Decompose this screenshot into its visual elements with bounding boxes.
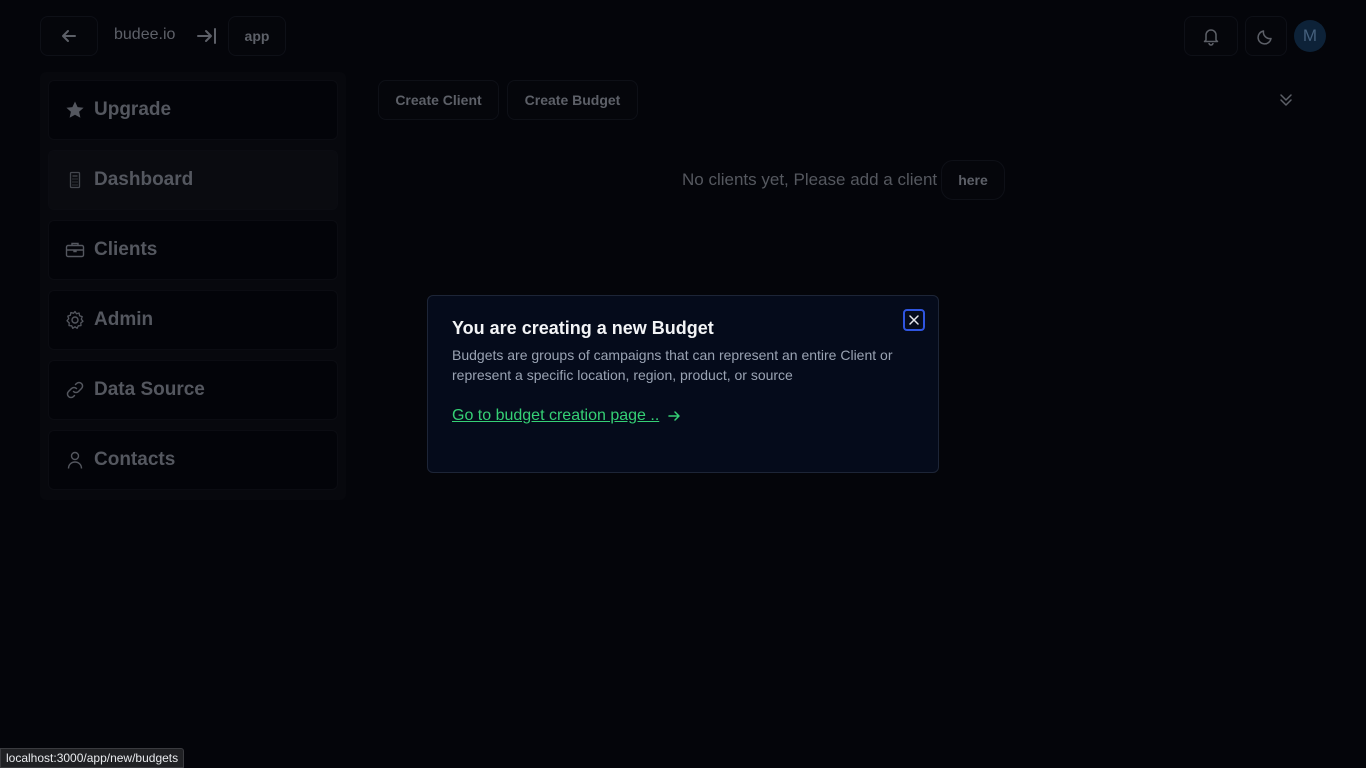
close-icon — [909, 315, 919, 325]
link-icon — [65, 380, 85, 400]
notifications-button[interactable] — [1184, 16, 1238, 56]
avatar[interactable]: M — [1294, 20, 1326, 52]
sidebar-item-label: Clients — [94, 239, 158, 260]
star-icon — [65, 100, 85, 120]
app-breadcrumb-label: app — [244, 28, 270, 44]
sidebar-item-upgrade[interactable]: Upgrade — [48, 80, 338, 140]
sidebar-item-data-source[interactable]: Data Source — [48, 360, 338, 420]
here-label: here — [958, 172, 988, 188]
new-budget-dialog: You are creating a new Budget Budgets ar… — [427, 295, 939, 473]
add-client-here-button[interactable]: here — [941, 160, 1005, 200]
arrow-right-icon — [668, 411, 681, 421]
sidebar-item-clients[interactable]: Clients — [48, 220, 338, 280]
brand-name[interactable]: budee.io — [114, 26, 175, 44]
gear-icon — [65, 310, 85, 330]
briefcase-icon — [65, 240, 85, 260]
calculator-icon — [65, 170, 85, 190]
budget-creation-link[interactable]: Go to budget creation page .. — [452, 407, 681, 425]
moon-icon — [1257, 30, 1272, 45]
top-bar: budee.io app M — [0, 0, 1366, 72]
sidebar-item-label: Data Source — [94, 379, 205, 400]
theme-toggle-button[interactable] — [1245, 16, 1287, 56]
browser-status-url: localhost:3000/app/new/budgets — [0, 748, 185, 768]
chevrons-down-icon[interactable] — [1277, 91, 1295, 109]
empty-state-message: No clients yet, Please add a client — [682, 170, 938, 189]
sidebar-item-admin[interactable]: Admin — [48, 290, 338, 350]
user-icon — [65, 450, 85, 470]
create-budget-button[interactable]: Create Budget — [507, 80, 638, 120]
create-client-button[interactable]: Create Client — [378, 80, 499, 120]
sidebar-item-label: Dashboard — [94, 169, 194, 190]
sidebar-item-label: Admin — [94, 309, 154, 330]
dialog-title: You are creating a new Budget — [452, 318, 714, 338]
collapse-sidebar-icon[interactable] — [196, 25, 218, 47]
dialog-description: Budgets are groups of campaigns that can… — [452, 347, 893, 383]
sidebar-item-contacts[interactable]: Contacts — [48, 430, 338, 490]
sidebar: Upgrade Dashboard Clients Admin Data Sou… — [40, 72, 346, 500]
create-budget-label: Create Budget — [524, 92, 621, 108]
sidebar-item-dashboard[interactable]: Dashboard — [48, 150, 338, 210]
bell-icon — [1203, 29, 1219, 46]
close-dialog-button[interactable] — [903, 309, 925, 331]
create-client-label: Create Client — [395, 92, 482, 108]
sidebar-item-label: Contacts — [94, 449, 176, 470]
app-breadcrumb-button[interactable]: app — [228, 16, 286, 56]
arrow-left-icon — [62, 30, 76, 42]
sidebar-item-label: Upgrade — [94, 99, 172, 120]
back-button[interactable] — [40, 16, 98, 56]
avatar-initial: M — [1302, 26, 1318, 45]
budget-creation-link-label: Go to budget creation page .. — [452, 407, 660, 424]
